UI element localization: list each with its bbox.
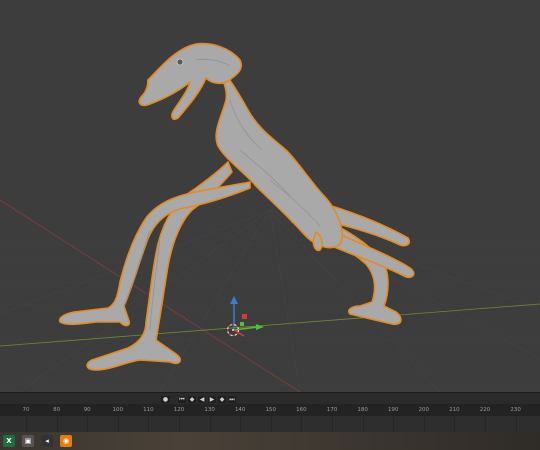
play-reverse-icon[interactable]: ◀ [198, 395, 206, 403]
blender-icon[interactable]: ◉ [60, 435, 72, 447]
frame-gridline [87, 416, 89, 433]
frame-gridline [393, 416, 395, 433]
frame-tick-label: 180 [357, 407, 368, 413]
cube-app-glyph: ▣ [24, 437, 32, 445]
frame-gridline [209, 416, 211, 433]
terminal-icon[interactable]: ◂ [41, 435, 53, 447]
timeline-editor[interactable]: ● ⏮ ◆ ◀ ▶ ◆ ⏭ 70 80 90 100 110 120 130 140 150 160 170 1… [0, 392, 540, 433]
frame-gridline [332, 416, 333, 433]
frame-tick-label: 80 [53, 407, 61, 413]
frame-gridline [240, 416, 242, 433]
record-icon[interactable]: ● [161, 395, 170, 403]
frame-gridline [270, 416, 272, 433]
play-icon[interactable]: ▶ [208, 395, 216, 403]
timeline-header: ● ⏮ ◆ ◀ ▶ ◆ ⏭ [0, 393, 540, 404]
viewport-canvas[interactable] [0, 0, 540, 392]
frame-gridline [56, 416, 58, 433]
blender-glyph: ◉ [62, 437, 70, 445]
frame-gridline [485, 416, 486, 433]
jump-to-start-icon[interactable]: ⏮ [178, 395, 186, 403]
frame-tick-label: 90 [83, 407, 91, 413]
frame-gridline [148, 416, 150, 433]
transform-gizmo[interactable] [230, 296, 264, 337]
frame-tick-label: 160 [296, 407, 307, 413]
terminal-glyph: ◂ [45, 437, 49, 445]
frame-tick-label: 100 [112, 407, 124, 413]
frame-tick-label: 170 [326, 407, 338, 413]
frame-gridline [515, 416, 517, 433]
record-button-group: ● [161, 395, 170, 403]
cube-app-icon[interactable]: ▣ [22, 435, 34, 447]
frame-tick-label: 210 [449, 407, 460, 413]
frame-tick-label: 130 [204, 407, 215, 413]
frame-ruler[interactable]: 70 80 90 100 110 120 130 140 150 160 170 180 190 200 2… [0, 404, 540, 416]
playback-controls: ⏮ ◆ ◀ ▶ ◆ ⏭ [178, 395, 236, 403]
frame-tick-label: 220 [479, 407, 491, 413]
frame-gridline [26, 416, 27, 433]
frame-gridline [454, 416, 456, 433]
frame-tick-label: 140 [234, 407, 246, 413]
frame-gridline [301, 416, 303, 433]
os-taskbar: X ▣ ◂ ◉ [0, 432, 540, 450]
frame-tick-label: 120 [173, 407, 185, 413]
frame-tick-label: 200 [418, 407, 430, 413]
excel-glyph: X [6, 437, 12, 445]
frame-tick-label: 70 [22, 407, 30, 413]
keyframe-track[interactable] [0, 416, 540, 433]
frame-tick-label: 110 [143, 407, 154, 413]
creature-eye [176, 58, 184, 66]
creature-mesh[interactable] [58, 42, 415, 371]
frame-tick-label: 190 [387, 407, 399, 413]
excel-icon[interactable]: X [3, 435, 15, 447]
jump-to-keyframe-back-icon[interactable]: ◆ [188, 395, 196, 403]
frame-gridline [117, 416, 119, 433]
jump-to-end-icon[interactable]: ⏭ [228, 395, 236, 403]
frame-gridline [179, 416, 180, 433]
jump-to-keyframe-forward-icon[interactable]: ◆ [218, 395, 226, 403]
frame-gridline [362, 416, 364, 433]
frame-tick-label: 230 [510, 407, 521, 413]
frame-gridline [423, 416, 425, 433]
frame-tick-label: 150 [265, 407, 277, 413]
3d-viewport[interactable] [0, 0, 540, 392]
floor-grid [0, 209, 540, 392]
